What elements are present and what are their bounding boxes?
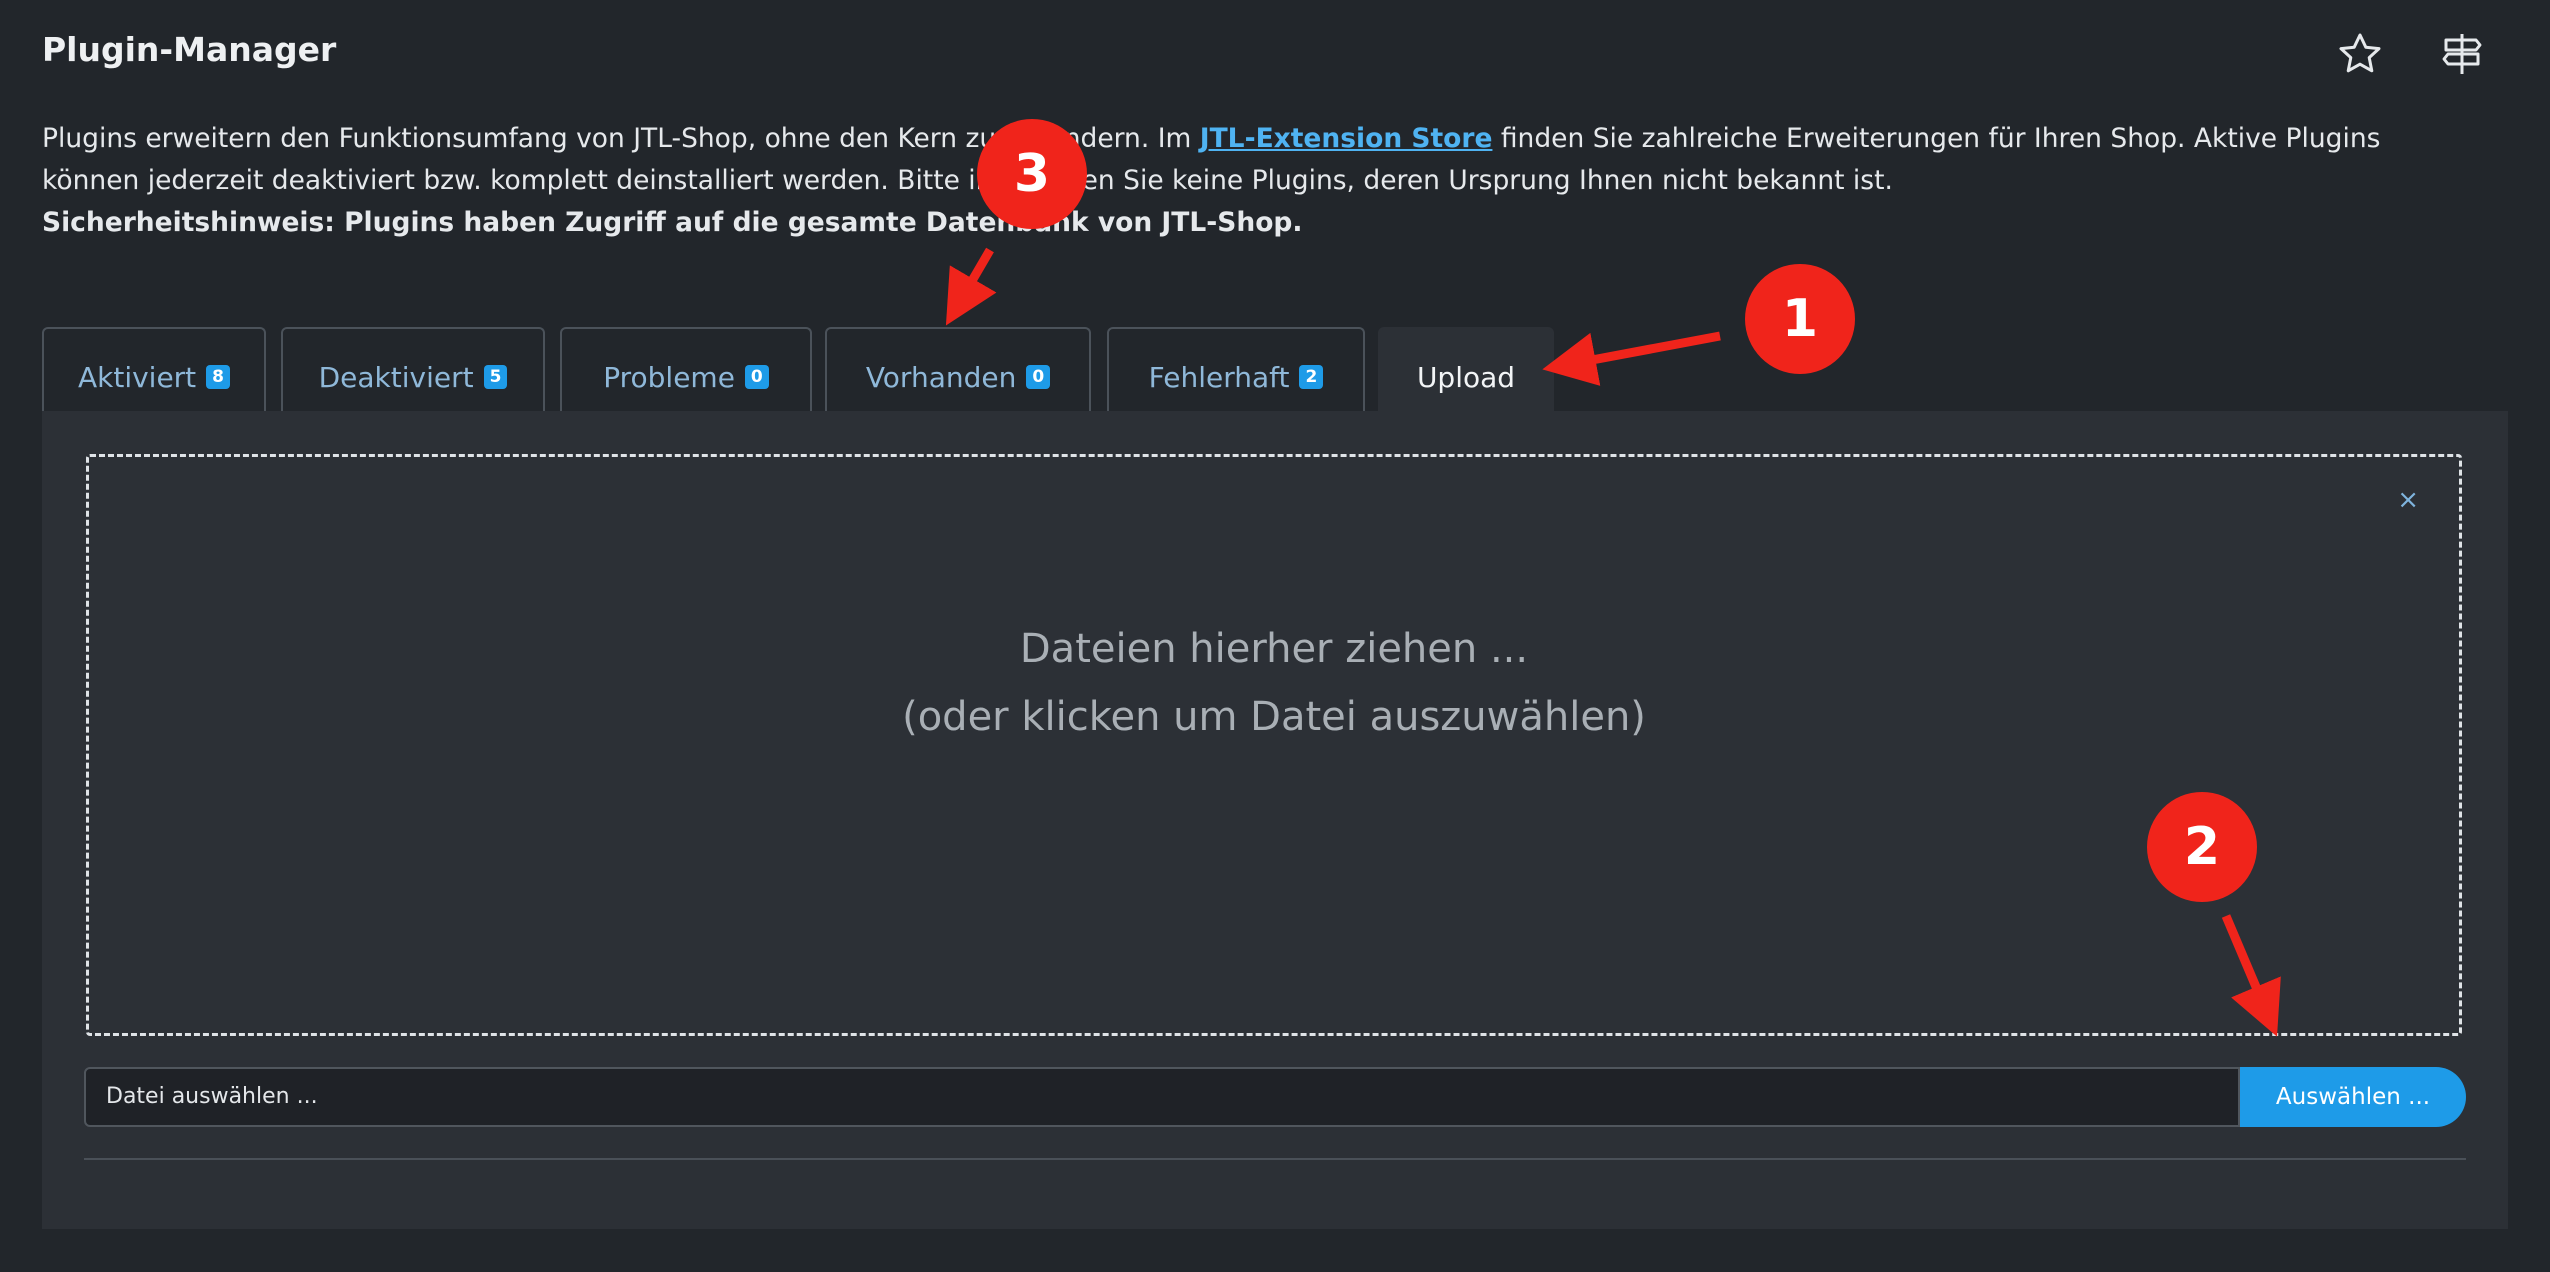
annotation-marker-1: 1 (1745, 264, 1855, 374)
star-icon[interactable] (2336, 30, 2384, 78)
close-icon[interactable]: × (2397, 485, 2419, 515)
tab-aktiviert[interactable]: Aktiviert 8 (42, 327, 266, 413)
tab-upload[interactable]: Upload (1378, 327, 1554, 413)
signpost-icon[interactable] (2438, 30, 2486, 78)
intro-paragraph: Plugins erweitern den Funktionsumfang vo… (42, 118, 2482, 202)
intro-text: Plugins erweitern den Funktionsumfang vo… (42, 118, 2482, 244)
security-note: Sicherheitshinweis: Plugins haben Zugrif… (42, 207, 1303, 238)
select-file-button[interactable]: Auswählen ... (2240, 1067, 2466, 1127)
arrow-to-vorhanden-tab (945, 247, 997, 326)
file-input[interactable]: Datei auswählen ... (84, 1067, 2240, 1127)
tab-label: Upload (1416, 360, 1516, 394)
extension-store-link[interactable]: JTL-Extension Store (1200, 123, 1493, 154)
upload-panel: × Dateien hierher ziehen ... (oder klick… (42, 411, 2508, 1229)
dropzone-caption: Dateien hierher ziehen ... (oder klicken… (89, 615, 2459, 751)
count-badge: 5 (483, 365, 508, 389)
tab-fehlerhaft[interactable]: Fehlerhaft 2 (1107, 327, 1365, 413)
count-badge: 8 (206, 365, 231, 389)
file-select-row: Datei auswählen ... Auswählen ... (84, 1067, 2466, 1127)
dropzone-line-2: (oder klicken um Datei auszuwählen) (902, 694, 1646, 740)
tab-vorhanden[interactable]: Vorhanden 0 (825, 327, 1091, 413)
file-dropzone[interactable]: × Dateien hierher ziehen ... (oder klick… (86, 454, 2462, 1036)
tab-probleme[interactable]: Probleme 0 (560, 327, 812, 413)
page-title: Plugin-Manager (42, 30, 337, 69)
annotation-marker-2: 2 (2147, 792, 2257, 902)
tab-deaktiviert[interactable]: Deaktiviert 5 (281, 327, 545, 413)
count-badge: 0 (744, 365, 769, 389)
count-badge: 0 (1026, 365, 1051, 389)
arrow-to-upload-tab (1542, 331, 1721, 386)
tab-label: Vorhanden (865, 360, 1017, 394)
dropzone-line-1: Dateien hierher ziehen ... (1019, 626, 1529, 672)
count-badge: 2 (1299, 365, 1324, 389)
tab-label: Fehlerhaft (1148, 360, 1290, 394)
tab-label: Deaktiviert (318, 360, 474, 394)
annotation-marker-3: 3 (977, 119, 1087, 229)
divider (84, 1158, 2466, 1160)
tab-label: Probleme (603, 360, 735, 394)
tab-label: Aktiviert (77, 360, 197, 394)
